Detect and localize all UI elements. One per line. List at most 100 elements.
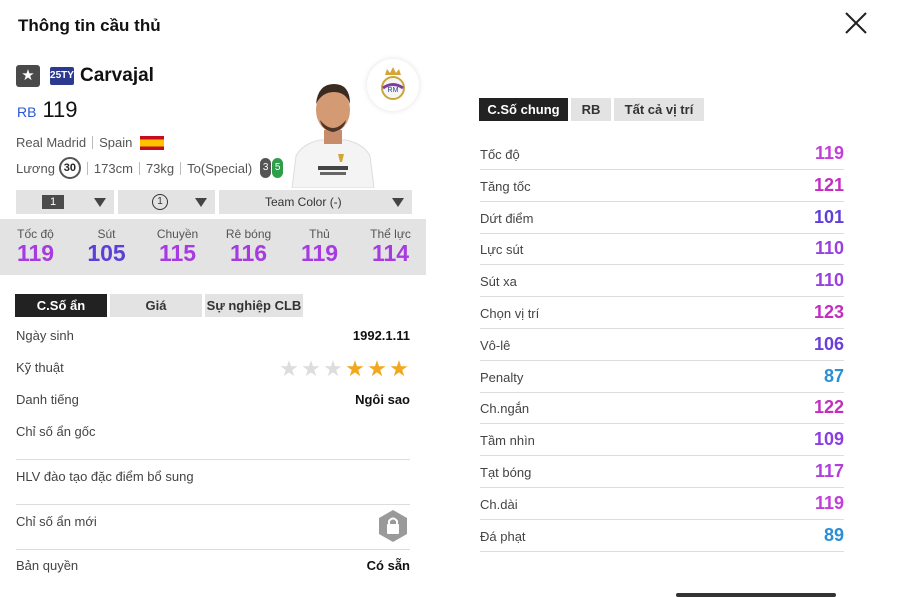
attribute-value: 110: [814, 270, 844, 291]
divider: [480, 455, 844, 457]
boost-select[interactable]: 1: [118, 190, 215, 214]
attribute-label: Vô-lê: [480, 337, 511, 353]
real-madrid-logo: RM: [367, 59, 419, 111]
tab-hidden-stats[interactable]: C.Số ẩn: [15, 294, 107, 317]
attribute-value: 109: [813, 429, 844, 450]
attribute-label: Đá phạt: [480, 528, 526, 544]
tab-club-career[interactable]: Sự nghiệp CLB: [205, 294, 303, 317]
position-row: RB 119: [17, 97, 78, 123]
svg-text:RM: RM: [388, 87, 399, 94]
attribute-label: Chọn vị trí: [480, 306, 540, 321]
tab-position-rb[interactable]: RB: [571, 98, 611, 121]
tab-all-positions[interactable]: Tất cả vị trí: [614, 98, 704, 121]
height-value: 173cm: [93, 160, 133, 176]
level-select[interactable]: 1: [16, 190, 114, 214]
star-empty-icon: ★: [301, 356, 321, 381]
summary-stat: Thủ 119: [300, 227, 339, 266]
scroll-indicator: [676, 593, 836, 597]
attribute-label: Tốc độ: [480, 147, 520, 162]
attribute-label: Tầm nhìn: [480, 433, 535, 449]
tab-price[interactable]: Giá: [110, 294, 202, 317]
player-name: Carvajal: [80, 65, 154, 86]
body-type: To(Special): [187, 160, 253, 176]
salary-badge: 30: [58, 157, 81, 179]
season-badge: 25TY: [50, 67, 74, 85]
divider: [16, 549, 410, 550]
divider: [480, 264, 844, 266]
attribute-label: Lực sút: [480, 242, 524, 258]
summary-stat: Rê bóng 116: [225, 227, 272, 266]
divider: [16, 504, 410, 505]
divider: [480, 296, 844, 298]
summary-stat: Chuyền 115: [156, 227, 199, 266]
star-empty-icon: ★: [279, 356, 299, 381]
attribute-value: 87: [823, 365, 844, 386]
attribute-value: 119: [814, 143, 844, 163]
close-icon[interactable]: [842, 9, 870, 37]
divider: [480, 328, 844, 329]
tab-general-stats[interactable]: C.Số chung: [479, 98, 568, 121]
divider: [480, 232, 844, 234]
attribute-value: 117: [814, 461, 844, 481]
skill-stars: ★ ★ ★ ★ ★ ★: [278, 356, 410, 382]
attribute-value: 110: [814, 238, 844, 259]
dropdown-arrow-icon: [195, 197, 207, 207]
birth-value: 1992.1.11: [352, 328, 410, 343]
selector-row: 1 1 Team Color (-): [16, 190, 416, 214]
attribute-label: Tạt bóng: [480, 465, 532, 480]
player-info-row: Lương 30 173cm 73kg To(Special) 3 5: [16, 157, 284, 179]
summary-stat: Sút 105: [87, 227, 126, 266]
attribute-value: 106: [813, 333, 844, 354]
star-filled-icon: ★: [345, 356, 365, 381]
favorite-star-icon[interactable]: ★: [16, 65, 40, 87]
right-tabs: C.Số chung RB Tất cả vị trí: [479, 98, 707, 121]
attribute-value: 123: [813, 302, 844, 322]
attribute-label: Dứt điểm: [480, 210, 534, 226]
divider: [480, 518, 844, 520]
club-name: Real Madrid: [16, 135, 87, 150]
boost-value: 1: [152, 194, 168, 210]
page-title: Thông tin cầu thủ: [18, 16, 161, 35]
star-filled-icon: ★: [367, 356, 387, 381]
attribute-value: 101: [813, 206, 844, 227]
salary-label: Lương: [16, 160, 55, 176]
attribute-label: Ch.ngắn: [480, 401, 530, 417]
divider: [86, 161, 88, 175]
attribute-value: 121: [813, 174, 844, 195]
star-filled-icon: ★: [389, 356, 409, 381]
summary-stat: Thể lực 114: [370, 227, 411, 266]
divider: [16, 459, 410, 460]
nation-name: Spain: [99, 135, 133, 150]
attribute-value: 122: [813, 397, 844, 418]
level-value: 1: [42, 195, 64, 209]
attribute-label: Penalty: [480, 369, 524, 385]
player-name-row: ★ 25TY Carvajal: [16, 65, 154, 87]
dropdown-arrow-icon: [392, 197, 404, 207]
divider: [480, 391, 844, 393]
spain-flag-icon: [140, 135, 165, 150]
divider: [138, 161, 140, 175]
reputation-value: Ngôi sao: [355, 392, 410, 407]
summary-stat: Tốc độ 119: [16, 227, 55, 266]
summary-stats: Tốc độ 119 Sút 105 Chuyền 115 Rê bóng 116 Th…: [0, 219, 426, 275]
copyright-value: Có sẵn: [366, 558, 410, 573]
left-foot-rating: 3: [260, 158, 272, 178]
star-empty-icon: ★: [323, 356, 343, 381]
overall-rating: 119: [42, 97, 78, 122]
divider: [480, 359, 844, 361]
team-color-value: Team Color (-): [265, 195, 342, 209]
attribute-label: Tăng tốc: [480, 178, 531, 194]
attribute-value: 119: [814, 492, 844, 513]
attribute-value: 89: [823, 524, 844, 545]
divider: [480, 423, 844, 425]
weak-foot-badge: 3 5: [260, 158, 284, 178]
dropdown-arrow-icon: [94, 197, 106, 207]
divider: [480, 200, 844, 202]
team-color-select[interactable]: Team Color (-): [219, 190, 412, 214]
divider: [92, 136, 94, 149]
divider: [480, 550, 844, 552]
position-label: RB: [17, 104, 37, 120]
club-nation-row: Real Madrid Spain: [16, 135, 165, 150]
lock-icon[interactable]: [377, 509, 409, 543]
divider: [180, 161, 182, 175]
